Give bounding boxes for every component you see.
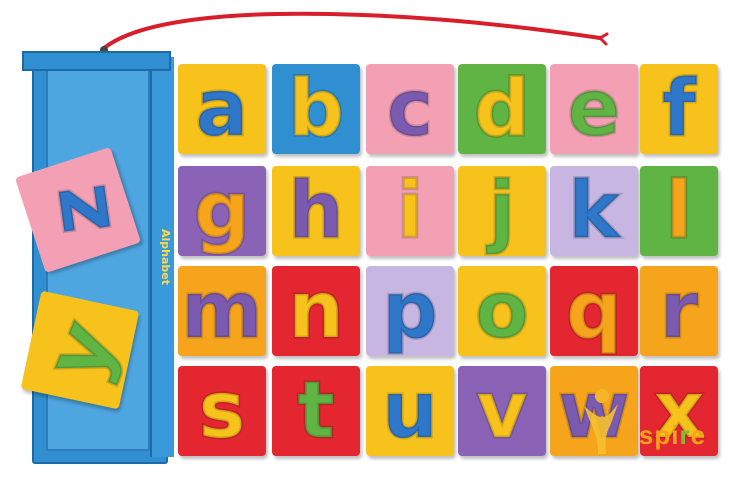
letter-glyph: c [385,64,434,154]
letter-tile-r: r [640,266,718,356]
letter-glyph: j [487,166,517,256]
letter-tile-s: s [178,366,266,456]
letter-tile-v: v [458,366,546,456]
letter-tile-i: i [366,166,454,256]
letter-tile-a: a [178,64,266,154]
box-letter-tile-y: y [20,290,140,410]
letter-tile-u: u [366,366,454,456]
letter-tile-o: o [458,266,546,356]
person-figure-icon [584,389,618,454]
letter-tile-b: b [272,64,360,154]
letter-glyph: z [25,177,132,242]
letter-tile-n: n [272,266,360,356]
letter-glyph: e [566,64,622,154]
inspire-logo: nspire [570,380,745,470]
box-side-label: Alphabet [159,228,172,285]
letter-tile-l: l [640,166,718,256]
box-side: Alphabet [150,57,174,457]
letter-tile-g: g [178,166,266,256]
letter-glyph: d [473,64,532,154]
letter-glyph: g [193,166,252,256]
letter-glyph: s [197,366,246,456]
letter-tile-e: e [550,64,638,154]
letter-tile-p: p [366,266,454,356]
letter-tile-q: q [550,266,638,356]
logo-text-r: r [679,420,691,450]
letter-tile-t: t [272,366,360,456]
letter-tile-k: k [550,166,638,256]
letter-glyph: v [475,366,529,456]
letter-tile-j: j [458,166,546,256]
letter-glyph: p [381,266,440,356]
letter-tile-h: h [272,166,360,256]
letter-glyph: r [658,266,700,356]
letter-glyph: k [567,166,622,256]
logo-text-prefix: nspi [622,420,680,450]
alphabet-blocks-photo: Alphabet abcdefghijklmnpoqrstuvwx zy nsp… [0,0,750,484]
letter-glyph: n [287,266,346,356]
letter-glyph: t [296,366,336,456]
logo-text-suffix: e [690,420,707,450]
letter-tile-c: c [366,64,454,154]
letter-glyph: a [194,64,250,154]
box-flap [22,51,171,71]
letter-tile-m: m [178,266,266,356]
letter-glyph: y [23,305,137,395]
letter-glyph: h [287,166,346,256]
letter-glyph: m [180,266,264,356]
letter-tile-d: d [458,64,546,154]
letter-glyph: o [474,266,531,356]
letter-glyph: b [287,64,346,154]
letter-glyph: q [565,266,624,356]
letter-tile-f: f [640,64,718,154]
letter-glyph: i [395,166,425,256]
letter-glyph: l [664,166,694,256]
logo-text: nspire [622,420,706,451]
letter-glyph: f [661,64,698,154]
letter-glyph: u [381,366,440,456]
